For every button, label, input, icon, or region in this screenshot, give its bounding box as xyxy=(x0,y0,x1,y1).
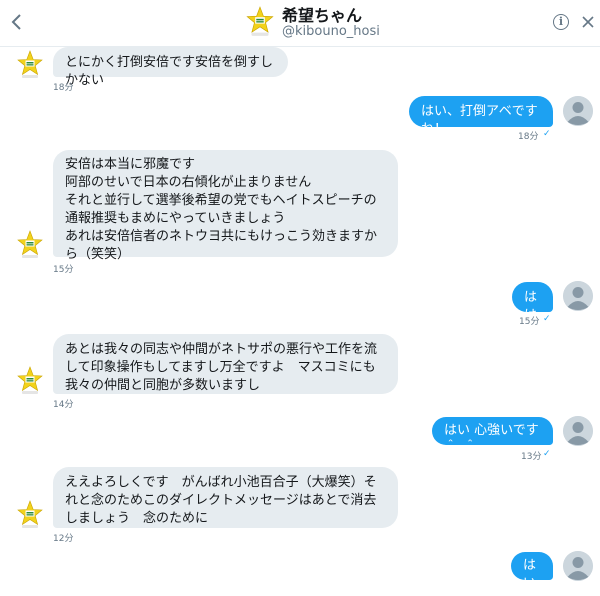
message-bubble-incoming: 安倍は本当に邪魔です 阿部のせいで日本の右傾化が止まりません それと並行して選挙… xyxy=(53,150,398,262)
sender-avatar[interactable] xyxy=(17,50,43,80)
message-timestamp: 14分 xyxy=(53,400,74,410)
user-avatar[interactable] xyxy=(563,96,593,126)
read-check-icon: ✓ xyxy=(543,129,551,139)
read-check-icon: ✓ xyxy=(543,314,551,324)
message-bubble-outgoing: はい、打倒アベですね！ xyxy=(409,96,553,137)
message-timestamp: 15分 xyxy=(519,317,540,327)
message-timestamp: 18分 xyxy=(518,132,539,142)
message-timestamp: 12分 xyxy=(53,534,74,544)
message-bubble-outgoing: はい 心強いです＾_＾ xyxy=(432,417,553,456)
sender-avatar[interactable] xyxy=(17,500,43,530)
header-avatar[interactable] xyxy=(244,6,276,38)
contact-name[interactable]: 希望ちゃん xyxy=(282,2,362,26)
sender-avatar[interactable] xyxy=(17,366,43,396)
sender-avatar[interactable] xyxy=(17,230,43,260)
user-avatar[interactable] xyxy=(563,416,593,446)
message-timestamp: 15分 xyxy=(53,265,74,275)
back-arrow-icon[interactable] xyxy=(9,11,25,33)
message-bubble-incoming: とにかく打倒安倍です安倍を倒すしかない xyxy=(53,47,288,88)
message-bubble-outgoing: はは xyxy=(512,282,553,323)
contact-handle[interactable]: @kibouno_hosi xyxy=(282,24,380,39)
message-timestamp: 18分 xyxy=(53,83,74,93)
info-icon[interactable]: i xyxy=(553,14,569,30)
message-timestamp: 13分 xyxy=(521,452,542,462)
conversation-header: 希望ちゃん @kibouno_hosi i xyxy=(0,0,600,47)
message-bubble-outgoing: はい xyxy=(511,552,553,591)
message-bubble-incoming: ええよろしくです がんばれ小池百合子（大爆笑）それと念のためこのダイレクトメッセ… xyxy=(53,467,398,528)
read-check-icon: ✓ xyxy=(543,449,551,459)
message-bubble-incoming: あとは我々の同志や仲間がネトサポの悪行や工作を流して印象操作もしてますし万全です… xyxy=(53,334,398,394)
user-avatar[interactable] xyxy=(563,551,593,581)
close-icon[interactable] xyxy=(581,15,595,29)
user-avatar[interactable] xyxy=(563,281,593,311)
